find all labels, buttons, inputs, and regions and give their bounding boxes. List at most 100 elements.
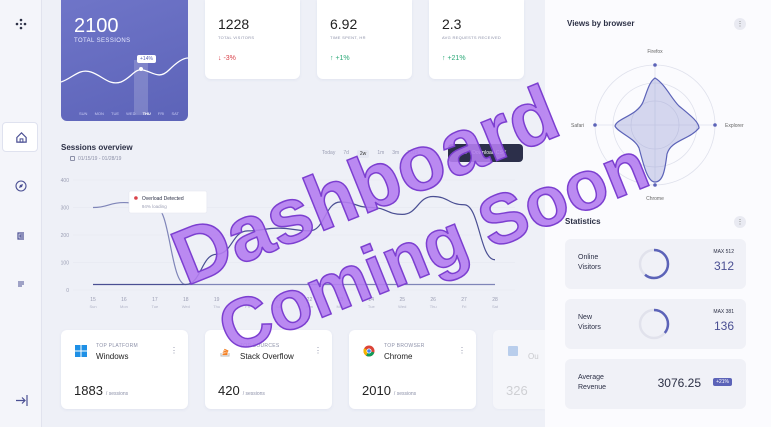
top-platform-card[interactable]: TOP PLATFORM Windows ⋮ 1883/ sessions bbox=[61, 330, 188, 409]
partial-card: Ou 326 bbox=[493, 330, 545, 409]
download-csv-label: Download CSV bbox=[472, 150, 507, 156]
card-number-value: 1883 bbox=[74, 383, 103, 398]
stat-label-line: New bbox=[578, 314, 593, 321]
new-visitors-card[interactable]: New Visitors MAX 381 136 bbox=[565, 299, 746, 349]
x-tick-label: 18 bbox=[183, 297, 189, 303]
card-number: 1883/ sessions bbox=[74, 383, 128, 398]
y-tick-label: 100 bbox=[61, 261, 70, 267]
card-number: 420/ sessions bbox=[218, 383, 265, 398]
stat-label: TIME SPENT, HR bbox=[330, 35, 366, 40]
stat-label-line: Average bbox=[578, 374, 604, 381]
download-icon: ↓ bbox=[464, 150, 468, 156]
document-icon[interactable] bbox=[13, 276, 29, 292]
hero-day: SUN bbox=[79, 111, 88, 116]
stat-delta: ↑ +21% bbox=[442, 55, 466, 62]
radar-label-explorer: Explorer bbox=[725, 123, 744, 129]
stat-value: 136 bbox=[713, 319, 734, 333]
stat-card-visitors[interactable]: 1228 TOTAL VISITORS ↓ -3% bbox=[205, 0, 300, 79]
card-number-value: 2010 bbox=[362, 383, 391, 398]
stat-label: AVG REQUESTS RECEIVED bbox=[442, 35, 502, 40]
tab-7d[interactable]: 7d bbox=[343, 150, 349, 158]
more-icon[interactable]: ⋮ bbox=[314, 346, 322, 355]
stat-delta-value: -3% bbox=[223, 55, 236, 62]
hero-change-tag: +14% bbox=[137, 55, 156, 63]
stat-max: MAX 381 bbox=[713, 309, 734, 315]
arrow-up-icon: ↑ bbox=[442, 55, 446, 62]
x-tick-label: 22 bbox=[307, 297, 313, 303]
stat-delta: ↓ -3% bbox=[218, 55, 236, 62]
stat-max: MAX 512 bbox=[713, 249, 734, 255]
stat-value: 312 bbox=[713, 259, 734, 273]
date-range[interactable]: 01/15/19 - 01/28/19 bbox=[70, 156, 121, 162]
tab-1m[interactable]: 1m bbox=[377, 150, 384, 158]
stat-label: Average Revenue bbox=[578, 373, 606, 393]
hero-day: SAT bbox=[171, 111, 179, 116]
stat-label-line: Revenue bbox=[578, 384, 607, 391]
stack-overflow-icon bbox=[220, 348, 230, 357]
tab-3m[interactable]: 3m bbox=[392, 150, 399, 158]
x-tick-label: 17 bbox=[152, 297, 158, 303]
folder-icon[interactable] bbox=[13, 228, 29, 244]
card-caption: TOP BROWSER bbox=[384, 343, 425, 349]
stat-value: 2.3 bbox=[442, 16, 462, 32]
x-weekday-label: Tue bbox=[151, 304, 159, 309]
logout-icon[interactable] bbox=[13, 392, 29, 408]
stat-delta-value: +1% bbox=[335, 55, 350, 62]
stat-label-line: Visitors bbox=[578, 324, 601, 331]
card-name: Ou bbox=[528, 352, 539, 361]
y-tick-label: 300 bbox=[61, 206, 70, 212]
x-weekday-label: Sat bbox=[492, 304, 499, 309]
radar-chart: Firefox Explorer Chrome Safari bbox=[571, 49, 744, 202]
stat-card-time[interactable]: 6.92 TIME SPENT, HR ↑ +1% bbox=[317, 0, 412, 79]
card-caption: TOP SOURCES bbox=[240, 343, 280, 349]
arrow-up-icon: ↑ bbox=[330, 55, 334, 62]
card-caption: TOP PLATFORM bbox=[96, 343, 138, 349]
more-icon[interactable]: ⋮ bbox=[734, 18, 746, 30]
stat-delta-value: +21% bbox=[447, 55, 466, 62]
more-icon[interactable]: ⋮ bbox=[458, 346, 466, 355]
x-weekday-label: Fri bbox=[462, 304, 467, 309]
browser-title: Views by browser bbox=[567, 19, 635, 28]
x-tick-label: 26 bbox=[430, 297, 436, 303]
hero-day: FRI bbox=[157, 111, 165, 116]
stat-delta: ↑ +1% bbox=[330, 55, 350, 62]
x-weekday-label: Wed bbox=[398, 304, 406, 309]
alert-subtitle: 94% loading bbox=[142, 204, 167, 209]
alert-tooltip bbox=[128, 190, 208, 214]
stat-value: 1228 bbox=[218, 16, 250, 32]
arrow-down-icon: ↓ bbox=[218, 55, 222, 62]
card-unit: / sessions bbox=[242, 391, 265, 397]
stat-card-requests[interactable]: 2.3 AVG REQUESTS RECEIVED ↑ +21% bbox=[429, 0, 524, 79]
x-tick-label: 28 bbox=[492, 297, 498, 303]
tab-today[interactable]: Today bbox=[322, 150, 335, 158]
x-tick-label: 19 bbox=[214, 297, 220, 303]
average-revenue-card[interactable]: Average Revenue 3076.25 +21% bbox=[565, 359, 746, 409]
office-icon bbox=[508, 346, 518, 356]
stat-label: New Visitors bbox=[578, 313, 601, 333]
more-icon[interactable]: ⋮ bbox=[734, 216, 746, 228]
stat-label: Online Visitors bbox=[578, 253, 601, 273]
top-sources-card[interactable]: TOP SOURCES Stack Overflow ⋮ 420/ sessio… bbox=[205, 330, 332, 409]
download-csv-button[interactable]: ↓ Download CSV bbox=[448, 144, 523, 162]
x-tick-label: 15 bbox=[90, 297, 96, 303]
radar-label-firefox: Firefox bbox=[647, 49, 663, 55]
y-tick-label: 400 bbox=[61, 178, 70, 184]
tab-2019[interactable]: 2019 bbox=[407, 150, 418, 158]
total-sessions-card[interactable]: 2100 TOTAL SESSIONS +14% SUN MON TUE WED… bbox=[61, 0, 188, 121]
tab-2w[interactable]: 2w bbox=[356, 150, 370, 158]
x-weekday-label: Tue bbox=[368, 304, 376, 309]
compass-icon[interactable] bbox=[13, 178, 29, 194]
card-unit: / sessions bbox=[105, 391, 129, 397]
date-range-text: 01/15/19 - 01/28/19 bbox=[78, 156, 122, 162]
home-icon[interactable] bbox=[13, 129, 29, 145]
top-browser-card[interactable]: TOP BROWSER Chrome ⋮ 2010/ sessions bbox=[349, 330, 476, 409]
more-icon[interactable]: ⋮ bbox=[170, 346, 178, 355]
stat-label-line: Visitors bbox=[578, 264, 601, 271]
x-tick-label: 24 bbox=[369, 297, 375, 303]
progress-ring bbox=[638, 308, 670, 340]
hero-day: WED bbox=[126, 111, 136, 116]
alert-dot bbox=[134, 196, 138, 200]
online-visitors-card[interactable]: Online Visitors MAX 512 312 bbox=[565, 239, 746, 289]
hero-day: TUE bbox=[111, 111, 120, 116]
card-unit: / sessions bbox=[393, 391, 417, 397]
